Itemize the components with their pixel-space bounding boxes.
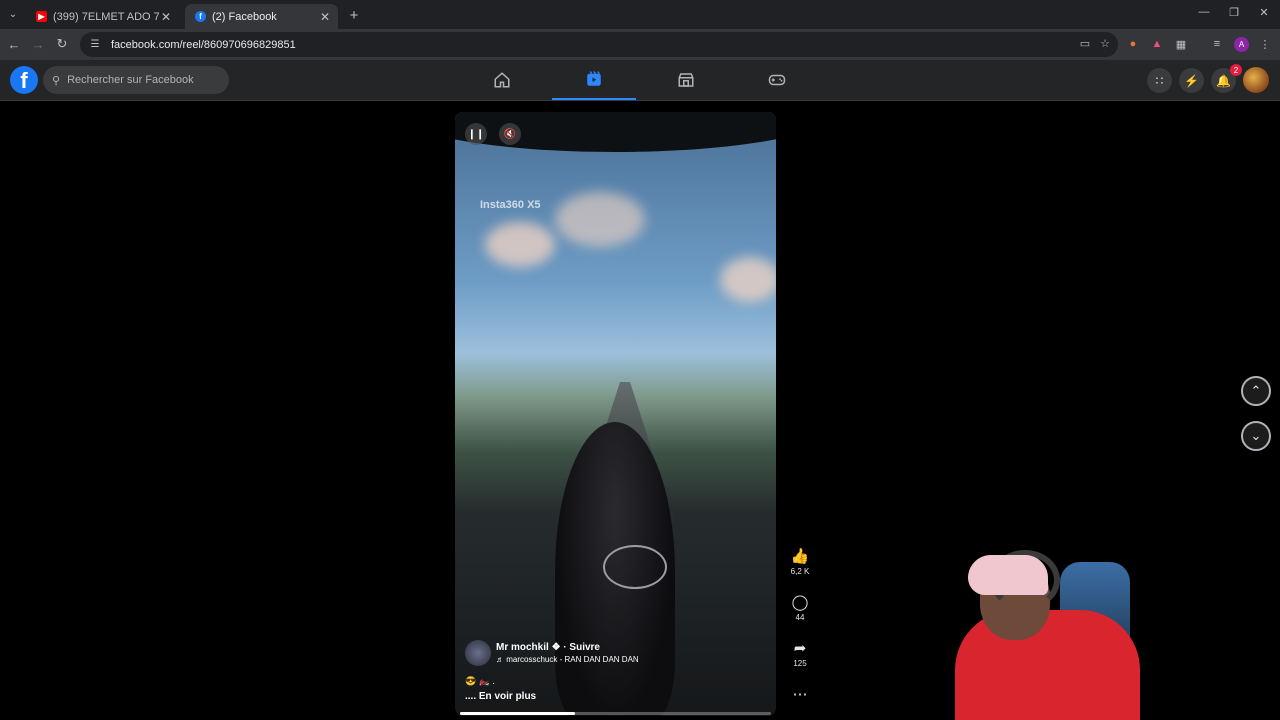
- back-icon[interactable]: ←: [6, 36, 22, 52]
- extension-shield-icon[interactable]: ▲: [1150, 37, 1164, 51]
- menu-grid-icon[interactable]: ∷: [1147, 68, 1172, 93]
- video-gauge: [603, 545, 667, 589]
- site-info-icon[interactable]: ☰: [88, 38, 102, 52]
- facebook-logo[interactable]: f: [10, 66, 38, 94]
- nav-reels[interactable]: [552, 60, 636, 100]
- reel-video[interactable]: Insta360 X5 ❙❙ 🔇 Mr mochkil ❖ · Suivre ♬…: [455, 112, 776, 716]
- chevron-up-icon: ⌃: [1250, 383, 1262, 398]
- browser-menu-icon[interactable]: ⋮: [1258, 37, 1272, 51]
- comment-button[interactable]: ◯ 44: [785, 593, 815, 622]
- tab-title: (2) Facebook: [212, 10, 277, 23]
- author-name[interactable]: Mr mochkil ❖ · Suivre: [496, 642, 639, 653]
- facebook-icon: f: [195, 11, 206, 22]
- video-progress-fill: [460, 712, 576, 715]
- bookmark-star-icon[interactable]: ☆: [1100, 37, 1110, 50]
- forward-icon[interactable]: →: [30, 36, 46, 52]
- extension-fox-icon[interactable]: ●: [1126, 37, 1140, 51]
- marketplace-icon: [678, 73, 694, 87]
- more-options-button[interactable]: ⋯: [785, 685, 815, 703]
- like-count: 6,2 K: [790, 567, 810, 576]
- share-button[interactable]: ➦ 125: [785, 639, 815, 668]
- window-close-icon[interactable]: ✕: [1254, 6, 1274, 19]
- facebook-search[interactable]: ⚲ Rechercher sur Facebook: [43, 66, 229, 94]
- like-button[interactable]: 👍 6,2 K: [785, 547, 815, 576]
- webcam-person-hoodie: [955, 610, 1140, 720]
- install-app-icon[interactable]: ▭: [1080, 37, 1090, 50]
- close-icon[interactable]: ✕: [159, 10, 173, 24]
- next-reel-button[interactable]: ⌄: [1241, 421, 1271, 451]
- extensions-puzzle-icon[interactable]: ▦: [1174, 37, 1188, 51]
- see-more-link[interactable]: .... En voir plus: [465, 691, 765, 702]
- share-count: 125: [793, 659, 807, 668]
- music-label[interactable]: ♬ marcosschuck - RAN DAN DAN DAN: [496, 655, 639, 664]
- url-text[interactable]: facebook.com/reel/860970696829851: [111, 39, 296, 51]
- mute-icon[interactable]: 🔇: [499, 123, 521, 145]
- browser-tab-bar: ⌄ ▶ (399) 7ELMET ADO 7 (Prod. By ✕ f (2)…: [0, 0, 1280, 29]
- messenger-icon[interactable]: ⚡: [1179, 68, 1204, 93]
- video-watermark: Insta360 X5: [480, 199, 541, 211]
- facebook-header: f ⚲ Rechercher sur Facebook ∷ ⚡ 🔔 2: [0, 60, 1280, 101]
- home-icon: [494, 72, 510, 88]
- comment-icon: ◯: [791, 594, 809, 611]
- browser-profile-avatar[interactable]: A: [1234, 37, 1249, 52]
- reel-info: Mr mochkil ❖ · Suivre ♬ marcosschuck - R…: [465, 640, 765, 702]
- notification-badge: 2: [1230, 64, 1242, 76]
- reels-icon: [587, 71, 601, 86]
- browser-tab-youtube[interactable]: ▶ (399) 7ELMET ADO 7 (Prod. By ✕: [26, 4, 179, 29]
- webcam-cap: [968, 555, 1048, 595]
- comment-count: 44: [795, 613, 805, 622]
- youtube-icon: ▶: [36, 11, 47, 22]
- reel-caption: 😎 🏍️ .: [465, 676, 495, 686]
- account-avatar[interactable]: [1243, 67, 1269, 93]
- author-avatar[interactable]: [465, 640, 491, 666]
- more-dots-icon: ⋯: [792, 686, 808, 703]
- video-cloud: [555, 192, 645, 247]
- search-icon: ⚲: [52, 74, 61, 87]
- chevron-down-icon: ⌄: [1250, 428, 1262, 443]
- video-cloud: [720, 257, 776, 302]
- reload-icon[interactable]: ↻: [54, 36, 70, 52]
- video-cloud: [485, 222, 555, 267]
- media-control-icon[interactable]: ≡: [1210, 37, 1224, 51]
- browser-tab-facebook[interactable]: f (2) Facebook ✕: [185, 4, 338, 29]
- nav-home[interactable]: [460, 60, 544, 100]
- minimize-icon[interactable]: —: [1194, 6, 1214, 18]
- webcam-overlay: [940, 540, 1160, 720]
- browser-toolbar: ← → ↻ ☰ facebook.com/reel/86097069682985…: [0, 29, 1280, 60]
- search-placeholder[interactable]: Rechercher sur Facebook: [67, 74, 194, 86]
- address-bar[interactable]: ☰ facebook.com/reel/860970696829851 ▭ ☆: [80, 32, 1118, 57]
- gaming-icon: [768, 74, 786, 86]
- nav-gaming[interactable]: [735, 60, 819, 100]
- nav-marketplace[interactable]: [644, 60, 728, 100]
- thumbs-up-icon: 👍: [790, 548, 810, 565]
- tab-title: (399) 7ELMET ADO 7 (Prod. By: [53, 10, 159, 23]
- author-row: Mr mochkil ❖ · Suivre ♬ marcosschuck - R…: [465, 640, 765, 666]
- previous-reel-button[interactable]: ⌃: [1241, 376, 1271, 406]
- share-icon: ➦: [793, 640, 807, 657]
- tab-search-icon[interactable]: ⌄: [4, 5, 22, 23]
- restore-icon[interactable]: ❐: [1224, 6, 1244, 19]
- close-icon[interactable]: ✕: [318, 10, 332, 24]
- new-tab-button[interactable]: +: [345, 6, 363, 24]
- pause-icon[interactable]: ❙❙: [465, 123, 487, 145]
- video-progress-bar[interactable]: [460, 712, 771, 715]
